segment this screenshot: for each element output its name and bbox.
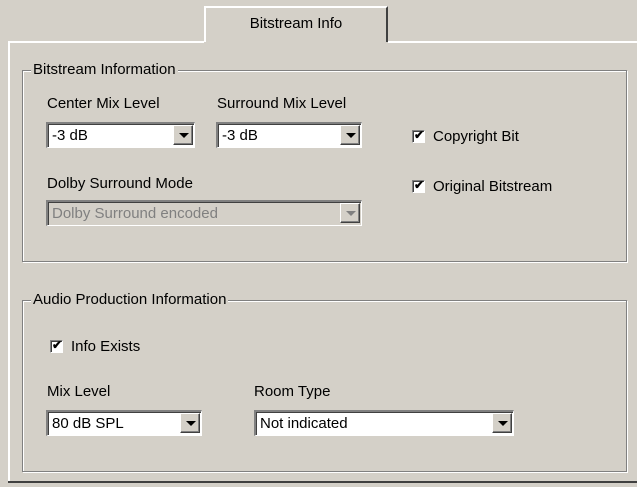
- checkbox-box[interactable]: ✔: [412, 128, 425, 143]
- chevron-down-icon: [186, 421, 196, 426]
- surround-mix-level-select[interactable]: -3 dB: [216, 122, 362, 148]
- selected-value: -3 dB: [52, 127, 88, 144]
- tab-strip-edge-left: [8, 41, 204, 43]
- selected-value: 80 dB SPL: [52, 415, 124, 432]
- room-type-select[interactable]: Not indicated: [254, 410, 514, 436]
- dropdown-button[interactable]: [492, 413, 512, 433]
- chevron-down-icon: [179, 133, 189, 138]
- group-title: Bitstream Information: [31, 60, 178, 80]
- tab-label: Bitstream Info: [249, 15, 343, 32]
- center-mix-level-select[interactable]: -3 dB: [46, 122, 195, 148]
- chevron-down-icon: [346, 133, 356, 138]
- original-bitstream-label: Original Bitstream: [433, 178, 553, 195]
- selected-value: Dolby Surround encoded: [52, 205, 218, 222]
- dolby-surround-mode-label: Dolby Surround Mode: [47, 175, 193, 192]
- dropdown-button[interactable]: [173, 125, 193, 145]
- dropdown-button[interactable]: [340, 125, 360, 145]
- info-exists-label: Info Exists: [71, 338, 141, 355]
- mix-level-label: Mix Level: [47, 383, 111, 400]
- selected-value: -3 dB: [222, 127, 258, 144]
- panel-edge-left: [8, 41, 10, 483]
- dropdown-button[interactable]: [340, 203, 360, 223]
- copyright-bit-label: Copyright Bit: [433, 128, 519, 145]
- checkmark-icon: ✔: [52, 338, 63, 352]
- room-type-label: Room Type: [254, 383, 331, 400]
- dolby-surround-mode-select[interactable]: Dolby Surround encoded: [46, 200, 362, 226]
- checkmark-icon: ✔: [414, 128, 425, 142]
- surround-mix-level-label: Surround Mix Level: [217, 95, 347, 112]
- checkmark-icon: ✔: [414, 178, 425, 192]
- chevron-down-icon: [346, 211, 356, 216]
- group-title: Audio Production Information: [31, 290, 229, 310]
- mix-level-select[interactable]: 80 dB SPL: [46, 410, 202, 436]
- chevron-down-icon: [498, 421, 508, 426]
- center-mix-level-label: Center Mix Level: [47, 95, 160, 112]
- tab-bitstream-info[interactable]: Bitstream Info: [204, 6, 388, 42]
- checkbox-box[interactable]: ✔: [412, 178, 425, 193]
- selected-value: Not indicated: [260, 415, 348, 432]
- dropdown-button[interactable]: [180, 413, 200, 433]
- panel-edge-bottom: [8, 481, 637, 483]
- checkbox-box[interactable]: ✔: [50, 338, 63, 353]
- tab-strip-edge-right: [388, 41, 637, 43]
